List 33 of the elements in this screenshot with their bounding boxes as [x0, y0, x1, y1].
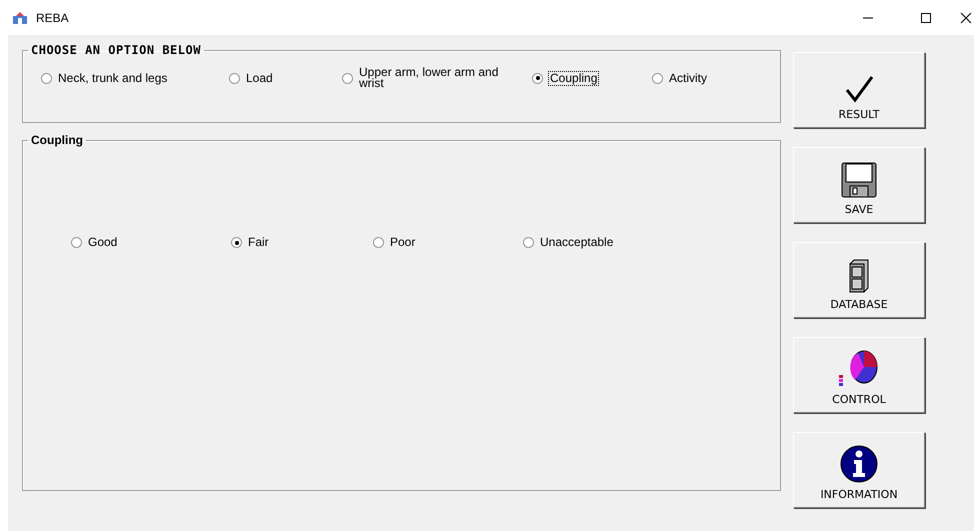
- control-button[interactable]: CONTROL: [793, 337, 925, 413]
- radio-option[interactable]: Load: [229, 72, 342, 84]
- window-title: REBA: [36, 10, 69, 24]
- radio-button[interactable]: [652, 72, 663, 84]
- radio-option[interactable]: Poor: [373, 237, 523, 248]
- radio-button[interactable]: [71, 237, 82, 248]
- radio-option[interactable]: Neck, trunk and legs: [41, 72, 229, 84]
- result-button[interactable]: RESULT: [793, 52, 925, 128]
- radio-option[interactable]: Fair: [231, 237, 373, 248]
- maximize-icon[interactable]: [920, 12, 932, 24]
- information-button[interactable]: INFORMATION: [793, 432, 925, 508]
- app-icon: [12, 10, 28, 24]
- radio-button[interactable]: [41, 72, 52, 84]
- group-title: CHOOSE AN OPTION BELOW: [30, 43, 202, 57]
- radio-option[interactable]: Good: [71, 237, 231, 248]
- radio-button[interactable]: [373, 237, 384, 248]
- save-button[interactable]: SAVE: [793, 147, 925, 223]
- pie-chart-icon: [838, 350, 880, 388]
- database-button[interactable]: DATABASE: [793, 242, 925, 318]
- radio-option[interactable]: Coupling: [532, 72, 652, 84]
- group-title: Coupling: [30, 133, 84, 147]
- radio-button[interactable]: [229, 72, 240, 84]
- checkmark-icon: [844, 75, 874, 103]
- radio-option[interactable]: Activity: [652, 72, 752, 84]
- radio-button[interactable]: [523, 237, 534, 248]
- close-icon[interactable]: [960, 12, 972, 24]
- radio-option[interactable]: Upper arm, lower arm and wrist: [342, 67, 532, 89]
- filing-cabinet-icon: [849, 259, 869, 293]
- info-icon: [840, 445, 878, 483]
- radio-button[interactable]: [342, 72, 353, 84]
- radio-button[interactable]: [231, 237, 242, 248]
- radio-button[interactable]: [532, 72, 543, 84]
- radio-option[interactable]: Unacceptable: [523, 237, 683, 248]
